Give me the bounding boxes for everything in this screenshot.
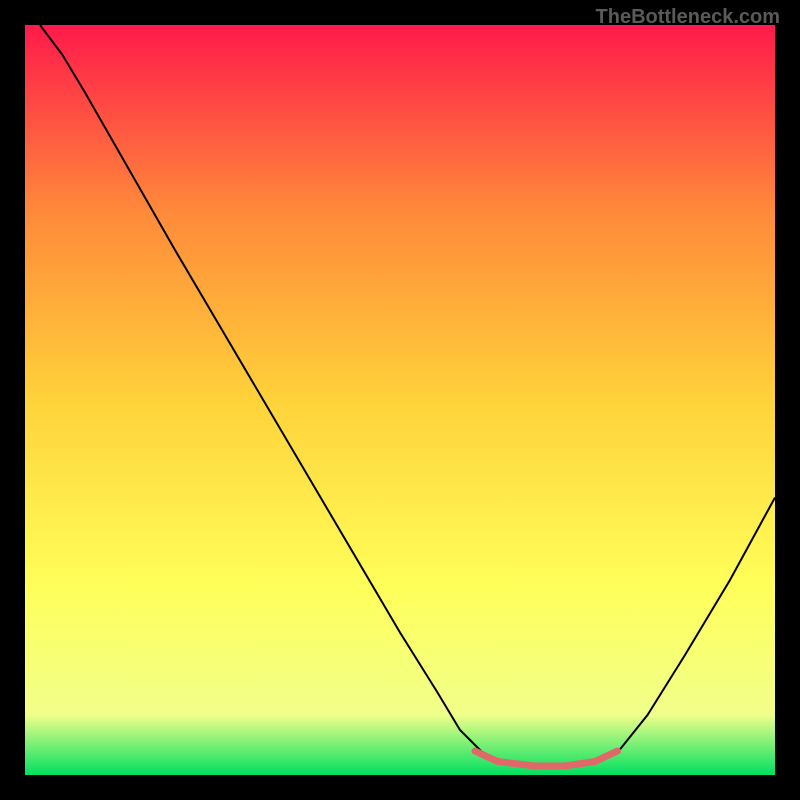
chart-background (25, 25, 775, 775)
watermark-text: TheBottleneck.com (596, 6, 780, 29)
chart-svg (25, 25, 775, 775)
chart-plot-area (25, 25, 775, 775)
